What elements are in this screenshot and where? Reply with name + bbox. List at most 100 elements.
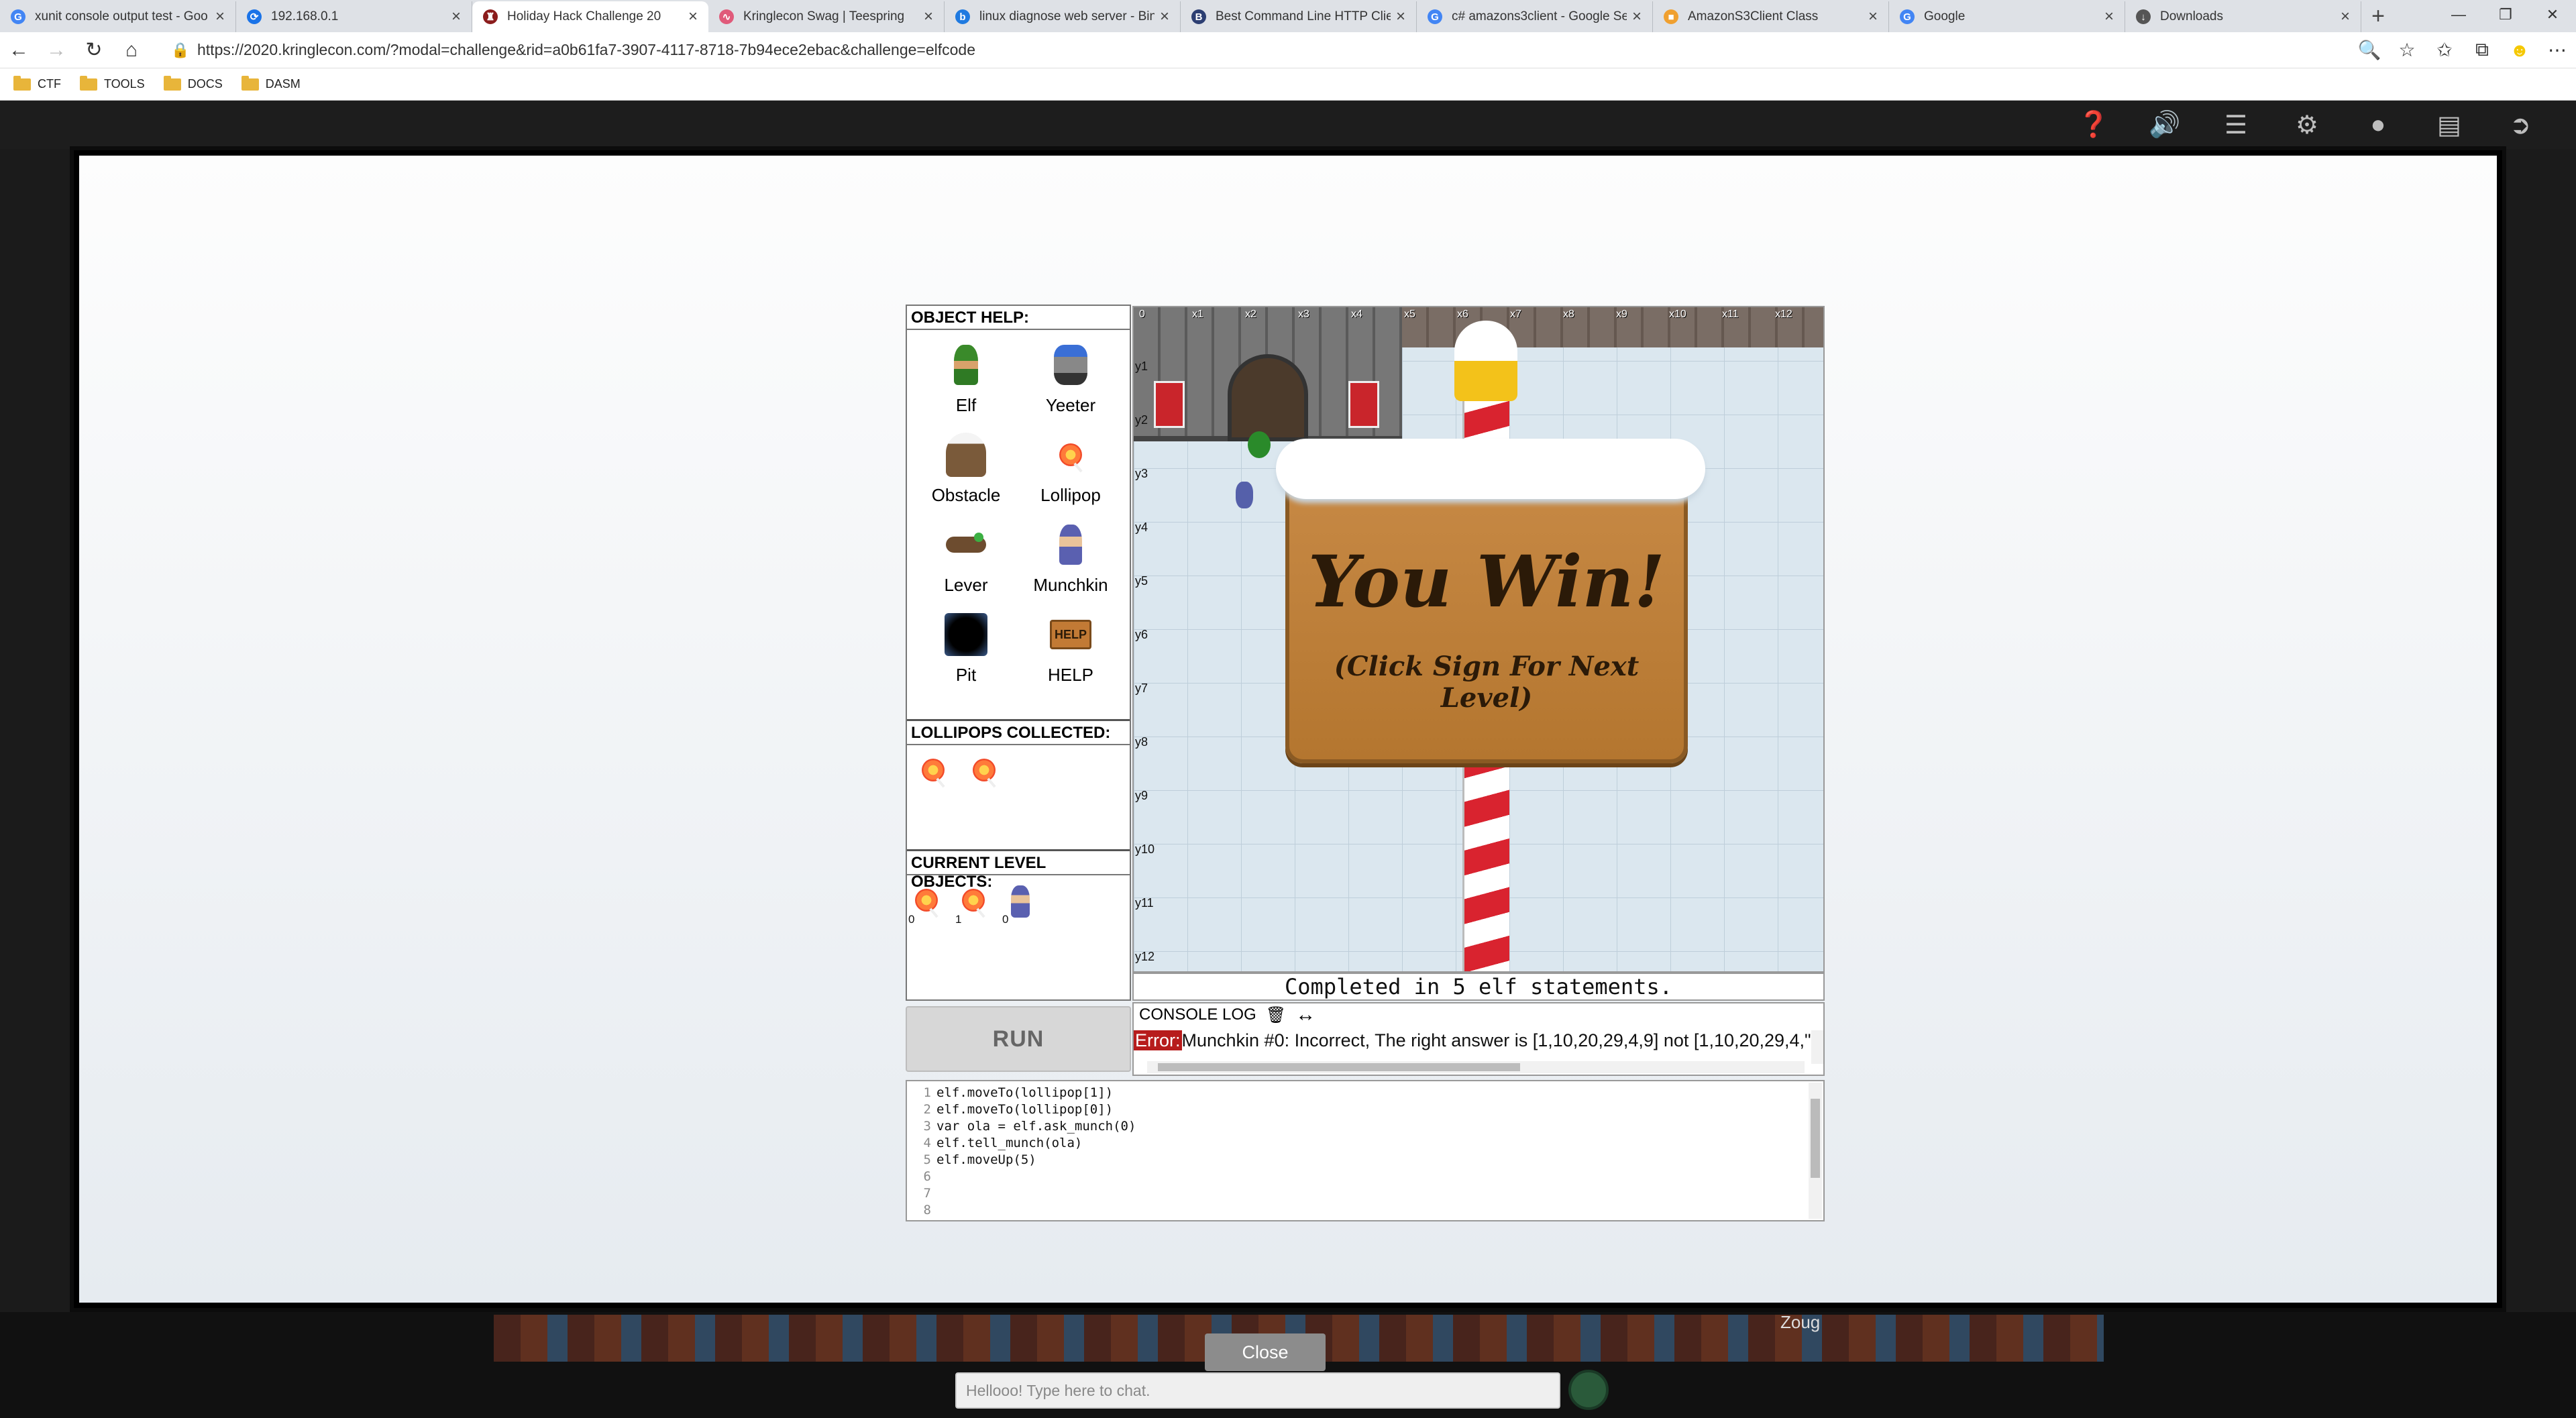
chat-avatar-icon[interactable] [1568, 1370, 1609, 1410]
new-tab-button[interactable]: + [2361, 1, 2395, 32]
bookmarks-bar: CTF TOOLS DOCS DASM [0, 68, 2576, 101]
column-label: x6 [1457, 309, 1468, 320]
url-field[interactable]: 🔒 https://2020.kringlecon.com/?modal=cha… [164, 37, 2337, 64]
settings-gear-icon[interactable]: ⚙ [2271, 110, 2343, 140]
browser-tab[interactable]: Gxunit console output test - Goo × [0, 1, 236, 32]
tab-close-icon[interactable]: × [1160, 7, 1169, 26]
object-help-item[interactable]: Obstacle [914, 425, 1018, 506]
tab-close-icon[interactable]: × [688, 7, 698, 26]
code-line[interactable]: 2 elf.moveTo(lollipop[0]) [907, 1101, 1823, 1117]
user-icon[interactable]: ● [2343, 110, 2414, 140]
column-label: x1 [1192, 309, 1203, 320]
close-window-icon[interactable]: ✕ [2529, 0, 2576, 31]
object-help-item[interactable]: Lever [914, 515, 1018, 596]
tab-title: Downloads [2160, 9, 2223, 23]
browser-tab[interactable]: ⟳ 192.168.0.1 × [236, 1, 472, 32]
console-vertical-scrollbar[interactable] [1811, 1030, 1823, 1064]
sign-snow [1276, 439, 1705, 499]
level-object[interactable]: 1 [955, 885, 990, 926]
bookmark-folder[interactable]: CTF [13, 75, 61, 91]
bookmark-folder[interactable]: DASM [241, 75, 301, 91]
line-number: 4 [923, 1135, 931, 1150]
column-label: x3 [1298, 309, 1309, 320]
object-help-item[interactable]: Elf [914, 335, 1018, 416]
tab-close-icon[interactable]: × [1396, 7, 1405, 26]
tab-favicon-icon: ∿ [719, 9, 734, 24]
tab-close-icon[interactable]: × [215, 7, 225, 26]
logout-icon[interactable]: ➲ [2485, 110, 2556, 140]
reload-icon[interactable]: ↻ [75, 38, 113, 62]
badge-icon[interactable]: ▤ [2414, 110, 2485, 140]
back-icon[interactable]: ← [0, 39, 38, 62]
home-icon[interactable]: ⌂ [113, 39, 150, 62]
code-editor[interactable]: 1 elf.moveTo(lollipop[1]) 2 elf.moveTo(loll… [906, 1080, 1825, 1221]
object-help-grid: Elf Yeeter Obstacle Lollipop Lever Munchkin Pi… [907, 330, 1130, 691]
munchkin-sprite [1236, 482, 1253, 508]
object-help-item[interactable]: Lollipop [1018, 425, 1123, 506]
browser-tab[interactable]: ■ AmazonS3Client Class × [1653, 1, 1889, 32]
browser-tab[interactable]: B Best Command Line HTTP Clien × [1181, 1, 1417, 32]
current-level-objects-section: CURRENT LEVEL OBJECTS: 0 1 0 [907, 849, 1130, 928]
code-line[interactable]: 5 elf.moveUp(5) [907, 1151, 1823, 1168]
row-label: y5 [1135, 574, 1148, 588]
code-text: elf.moveTo(lollipop[0]) [936, 1101, 1114, 1117]
object-help-item[interactable]: Pit [914, 605, 1018, 686]
more-icon[interactable]: ⋯ [2538, 39, 2576, 61]
run-button[interactable]: RUN [906, 1006, 1131, 1072]
minimize-icon[interactable]: — [2435, 0, 2482, 31]
browser-tab[interactable]: ↓ Downloads × [2125, 1, 2361, 32]
code-line[interactable]: 6 [907, 1168, 1823, 1185]
level-object[interactable]: 0 [908, 885, 943, 926]
code-line[interactable]: 8 [907, 1201, 1823, 1218]
favorites-icon[interactable]: ✩ [2426, 39, 2463, 61]
help-icon[interactable]: ❓ [2058, 110, 2129, 140]
tab-close-icon[interactable]: × [2104, 7, 2114, 26]
code-line[interactable]: 1 elf.moveTo(lollipop[1]) [907, 1084, 1823, 1101]
object-help-item[interactable]: Munchkin [1018, 515, 1123, 596]
bookmark-folder[interactable]: TOOLS [80, 75, 145, 91]
close-modal-button[interactable]: Close [1205, 1333, 1326, 1371]
line-number: 1 [923, 1085, 931, 1100]
browser-tab[interactable]: b linux diagnose web server - Bin × [945, 1, 1181, 32]
chat-input[interactable]: Hellooo! Type here to chat. [955, 1372, 1560, 1409]
list-icon[interactable]: ☰ [2200, 110, 2271, 140]
castle-wall [1134, 307, 1402, 441]
sound-icon[interactable]: 🔊 [2129, 110, 2200, 140]
browser-tab[interactable]: ∿ Kringlecon Swag | Teespring × [708, 1, 945, 32]
tab-close-icon[interactable]: × [451, 7, 461, 26]
trash-icon[interactable]: 🗑 [1266, 1005, 1286, 1025]
expand-icon[interactable]: ↔ [1295, 1003, 1316, 1026]
browser-tab[interactable]: Gc# amazons3client - Google Se × [1417, 1, 1653, 32]
console-horizontal-scrollbar[interactable] [1147, 1061, 1805, 1073]
line-number: 5 [923, 1152, 931, 1167]
folder-icon [80, 75, 97, 91]
restore-icon[interactable]: ❐ [2482, 0, 2529, 31]
tab-close-icon[interactable]: × [924, 7, 933, 26]
column-label: x12 [1775, 309, 1792, 320]
forward-icon[interactable]: → [38, 39, 75, 62]
object-help-item[interactable]: HELP HELP [1018, 605, 1123, 686]
tab-close-icon[interactable]: × [1632, 7, 1642, 26]
column-label: x7 [1510, 309, 1521, 320]
code-line[interactable]: 3 var ola = elf.ask_munch(0) [907, 1117, 1823, 1134]
object-label: Obstacle [931, 485, 1001, 505]
editor-scrollbar[interactable] [1809, 1083, 1822, 1219]
bookmark-folder[interactable]: DOCS [163, 75, 223, 91]
game-board: 0 x1 x2 x3 x4 x5 x6 x7 x8 x9 x10 x11 x12 y1 y2 y3 y4 y5 y… [1132, 306, 1825, 973]
tab-close-icon[interactable]: × [1868, 7, 1878, 26]
browser-tab[interactable]: G Google × [1889, 1, 2125, 32]
code-line[interactable]: 4 elf.tell_munch(ola) [907, 1134, 1823, 1151]
zoom-icon[interactable]: 🔍 [2351, 39, 2388, 61]
you-win-sign[interactable]: You Win! (Click Sign For Next Level) [1276, 439, 1705, 763]
line-number: 6 [923, 1168, 931, 1184]
object-help-item[interactable]: Yeeter [1018, 335, 1123, 416]
code-line[interactable]: 7 [907, 1185, 1823, 1201]
star-icon[interactable]: ☆ [2388, 39, 2426, 61]
object-help-title: OBJECT HELP: [907, 306, 1130, 330]
browser-tab[interactable]: ♜ Holiday Hack Challenge 20 × [472, 1, 708, 32]
profile-avatar-icon[interactable]: ☻ [2501, 40, 2538, 61]
level-object[interactable]: 0 [1002, 885, 1037, 926]
tab-close-icon[interactable]: × [2341, 7, 2350, 26]
object-index: 1 [955, 913, 962, 926]
collections-icon[interactable]: ⧉ [2463, 39, 2501, 61]
